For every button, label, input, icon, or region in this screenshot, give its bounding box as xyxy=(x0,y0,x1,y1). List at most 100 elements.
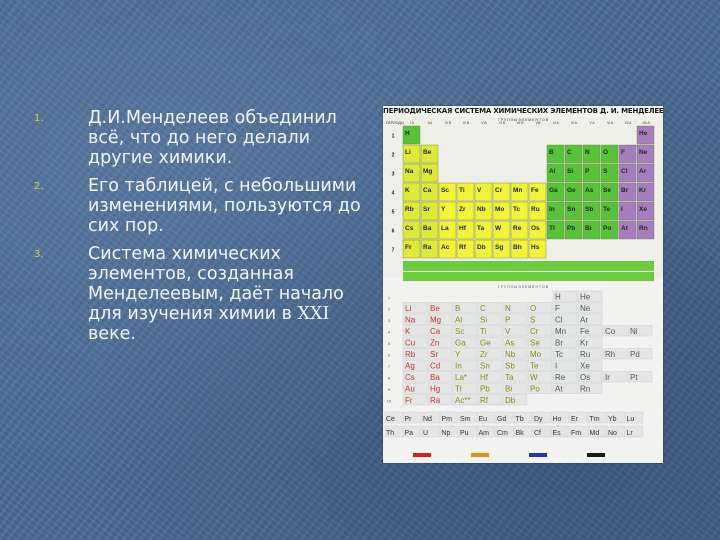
periodic-table-drawing: ПЕРИОДЫГ Р У П П Ы Э Л Е М Е Н Т О ВI AI… xyxy=(383,117,663,463)
lanthanide-symbol: Yb xyxy=(608,416,617,423)
element-symbol: Zr xyxy=(459,206,466,213)
element-symbol-bottom: Fe xyxy=(580,327,590,336)
element-symbol-bottom: Ir xyxy=(605,373,610,382)
lanthanide-symbol: Ce xyxy=(386,416,395,423)
group-header: VII A xyxy=(625,121,633,125)
element-symbol: Be xyxy=(423,149,432,156)
element-symbol: Ru xyxy=(531,206,540,213)
element-symbol-bottom: Fr xyxy=(405,396,413,405)
group-header: IV B xyxy=(463,121,469,125)
group-header: VI B xyxy=(499,121,505,125)
actinide-symbol: Bk xyxy=(516,430,525,437)
list-item: 1. Д.И.Менделеев объединил всё, что до н… xyxy=(34,108,374,168)
element-symbol-bottom: Cr xyxy=(530,327,539,336)
element-symbol-bottom: I xyxy=(555,362,557,371)
element-symbol-bottom: Pd xyxy=(630,350,640,359)
element-symbol: Cr xyxy=(495,187,503,194)
element-symbol-bottom: Ge xyxy=(480,339,491,348)
element-symbol-bottom: Ga xyxy=(455,339,466,348)
element-symbol-bottom: Ru xyxy=(580,350,590,359)
element-symbol: Sg xyxy=(495,244,503,251)
element-symbol: Os xyxy=(531,225,540,232)
element-symbol: He xyxy=(639,130,648,137)
lanthanide-symbol: Eu xyxy=(479,416,488,423)
element-symbol: Te xyxy=(603,206,610,213)
group-header: III A xyxy=(553,121,559,125)
element-symbol: Al xyxy=(549,168,556,175)
element-symbol-bottom: Y xyxy=(455,350,461,359)
element-symbol-bottom: Tl xyxy=(455,385,462,394)
element-symbol-bottom: Se xyxy=(530,339,540,348)
element-symbol-bottom: Ti xyxy=(480,327,487,336)
element-symbol: Cl xyxy=(621,168,628,175)
element-symbol-bottom: C xyxy=(480,304,486,313)
element-symbol-bottom: Kr xyxy=(580,339,588,348)
element-symbol-bottom: Po xyxy=(530,385,540,394)
element-symbol: Ta xyxy=(477,225,484,232)
element-symbol: Se xyxy=(603,187,611,194)
period-number: 1 xyxy=(392,134,395,140)
element-symbol: Pb xyxy=(567,225,575,232)
element-symbol: Ga xyxy=(549,187,558,194)
lanthanide-symbol: Ho xyxy=(553,416,562,423)
actinide-symbol: Fm xyxy=(571,430,581,437)
list-marker: 1. xyxy=(34,113,44,124)
element-symbol: Rn xyxy=(639,225,648,232)
element-symbol: C xyxy=(567,149,572,156)
element-symbol: Rf xyxy=(459,244,467,251)
element-symbol: F xyxy=(621,149,625,156)
element-symbol: Kr xyxy=(639,187,647,194)
element-symbol-bottom: Tc xyxy=(555,350,563,359)
element-symbol: Na xyxy=(405,168,414,175)
element-symbol-bottom: Be xyxy=(430,304,440,313)
element-symbol-bottom: Cl xyxy=(555,316,563,325)
element-symbol: As xyxy=(585,187,594,194)
element-symbol-bottom: Na xyxy=(405,316,416,325)
element-symbol-bottom: Ca xyxy=(430,327,441,336)
element-symbol: V xyxy=(477,187,482,194)
element-symbol-bottom: Ni xyxy=(630,327,638,336)
list-marker: 2. xyxy=(34,181,44,192)
element-symbol-bottom: Hf xyxy=(480,373,489,382)
element-symbol: Xe xyxy=(639,206,647,213)
element-symbol: Ti xyxy=(459,187,465,194)
element-symbol-bottom: Ac** xyxy=(455,396,471,405)
element-symbol: Ar xyxy=(639,168,647,175)
lanthanide-symbol: Gd xyxy=(497,416,506,423)
element-symbol-bottom: F xyxy=(555,304,560,313)
element-symbol-bottom: P xyxy=(505,316,510,325)
group-header: V A xyxy=(590,121,596,125)
element-symbol: Li xyxy=(405,149,411,156)
group-header: IV A xyxy=(571,121,578,125)
element-symbol: Br xyxy=(621,187,629,194)
actinide-symbol: Np xyxy=(442,430,451,437)
actinide-symbol: Lr xyxy=(627,430,634,437)
element-symbol: Ba xyxy=(423,225,432,232)
element-symbol-bottom: N xyxy=(505,304,511,313)
element-symbol-bottom: Ba xyxy=(430,373,440,382)
element-symbol-bottom: Mn xyxy=(555,327,566,336)
group-header: VI A xyxy=(607,121,614,125)
element-symbol-bottom: Db xyxy=(505,396,516,405)
element-symbol-bottom: Rf xyxy=(480,396,489,405)
element-symbol: Mg xyxy=(423,168,432,175)
element-symbol: Si xyxy=(567,168,573,175)
element-symbol-bottom: Si xyxy=(480,316,487,325)
group-header: III B xyxy=(445,121,451,125)
element-symbol-bottom: Xe xyxy=(580,362,590,371)
element-symbol-bottom: Mo xyxy=(530,350,542,359)
lanthanide-symbol: Pm xyxy=(442,416,453,423)
periodic-table-image: ПЕРИОДИЧЕСКАЯ СИСТЕМА ХИМИЧЕСКИХ ЭЛЕМЕНТ… xyxy=(383,106,663,463)
element-symbol-bottom: Os xyxy=(580,373,590,382)
element-symbol-bottom: B xyxy=(455,304,460,313)
element-symbol: P xyxy=(585,168,590,175)
lanthanide-symbol: Er xyxy=(571,416,579,423)
element-symbol: Ac xyxy=(441,244,450,251)
actinide-symbol: Md xyxy=(590,430,600,437)
element-symbol-bottom: As xyxy=(505,339,514,348)
element-symbol: Mn xyxy=(513,187,522,194)
legend-swatch xyxy=(471,453,489,457)
group-header: VIII A xyxy=(642,121,650,125)
list-marker: 3. xyxy=(34,249,44,260)
element-symbol: Re xyxy=(513,225,522,232)
